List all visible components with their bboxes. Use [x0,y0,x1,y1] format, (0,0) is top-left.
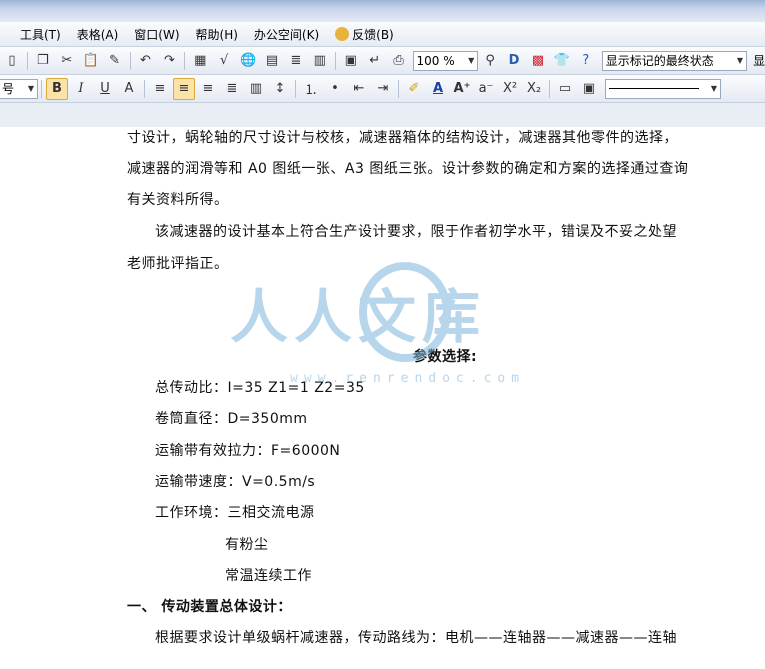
menu-bar: 工具(T) 表格(A) 窗口(W) 帮助(H) 办公空间(K) 反馈(B) [0,22,765,47]
ruler [0,103,765,128]
grow-font-icon[interactable]: A⁺ [451,78,473,100]
doc-line: 老师批评指正。 [127,256,229,272]
align-left-icon[interactable]: ≡ [149,78,171,100]
copy-icon[interactable]: ❐ [32,50,54,72]
doc-line: 根据要求设计单级蜗杆减速器，传动路线为：电机——连轴器——减速器——连轴 [155,630,677,646]
text-box-icon[interactable]: ▭ [554,78,576,100]
bulleted-list-icon[interactable]: • [324,78,346,100]
chevron-down-icon: ▼ [736,56,744,65]
toolbar-separator [334,51,336,70]
track-changes-dropdown[interactable]: 显示标记的最终状态 ▼ [601,50,748,71]
toolbar-separator [41,79,42,98]
show-marks-icon[interactable]: ↵ [364,50,386,72]
template-icon[interactable]: ▩ [527,50,549,72]
toolbar-separator [184,51,186,70]
shirt-icon[interactable]: 👕 [551,50,573,72]
align-center-icon[interactable]: ≡ [173,77,195,100]
highlight-icon[interactable]: ✐ [403,78,425,100]
word-icon[interactable]: D [503,50,525,72]
redo-icon[interactable]: ↷ [158,50,180,72]
formula-icon[interactable]: √ [213,50,235,72]
toolbar-separator [129,51,131,70]
standard-toolbar: ▯ ❐ ✂ 📋 ✎ ↶ ↷ ▦ √ 🌐 ▤ ≣ ▥ ▣ ↵ ⎙ 100 % ▼ … [0,47,765,75]
columns-icon[interactable]: ≣ [285,50,307,72]
frame-icon[interactable]: ▣ [578,78,600,100]
help-icon[interactable]: ? [575,50,597,72]
menu-tools[interactable]: 工具(T) [12,26,69,43]
menu-table[interactable]: 表格(A) [69,26,127,43]
toolbar-separator [549,79,550,98]
binoculars-icon[interactable]: ⚲ [479,50,501,72]
hyperlink-icon[interactable]: 🌐 [237,50,259,72]
chevron-down-icon: ▼ [468,56,475,65]
chevron-down-icon: ▼ [27,84,34,93]
insert-table-icon[interactable]: ▦ [189,50,211,72]
cut-icon[interactable]: ✂ [56,50,78,72]
document-map-icon[interactable]: ▣ [340,50,362,72]
undo-icon[interactable]: ↶ [135,50,157,72]
border-line-sample [609,88,699,89]
zoom-value: 100 % [416,53,455,68]
toolbar-separator [144,79,145,98]
chart-icon[interactable]: ▥ [309,50,331,72]
toolbar-separator [26,51,28,70]
param-line: 运输带速度：V=0.5m/s [155,474,316,490]
param-heading: 参数选择: [413,349,478,365]
paste-icon[interactable]: 📋 [80,50,102,72]
superscript-icon[interactable]: X² [499,78,521,100]
menu-window[interactable]: 窗口(W) [126,26,187,43]
param-line: 运输带有效拉力：F=6000N [155,443,341,459]
toolbar-separator [398,79,399,98]
table-grid-icon[interactable]: ▤ [261,50,283,72]
chevron-down-icon: ▼ [710,84,717,93]
menu-help[interactable]: 帮助(H) [188,26,246,43]
font-color-icon[interactable]: A [427,78,449,100]
section-title: 一、 传动装置总体设计： [127,599,292,615]
new-doc-icon[interactable]: ▯ [1,50,23,72]
border-style-dropdown[interactable]: ▼ [605,78,721,99]
menu-feedback-label: 反馈(B) [352,27,394,42]
justify-icon[interactable]: ≣ [221,78,243,100]
shrink-font-icon[interactable]: a⁻ [475,78,497,100]
italic-icon[interactable]: I [70,78,92,100]
subscript-icon[interactable]: X₂ [523,78,545,100]
format-painter-icon[interactable]: ✎ [104,50,126,72]
font-effect-icon[interactable]: A [118,78,140,100]
print-preview-icon[interactable]: ⎙ [388,50,410,72]
doc-line: 该减速器的设计基本上符合生产设计要求，限于作者初学水平，错误及不妥之处望 [155,224,677,240]
feedback-icon [335,27,350,41]
increase-indent-icon[interactable]: ⇥ [372,78,394,100]
decrease-indent-icon[interactable]: ⇤ [348,78,370,100]
toolbar-separator [295,79,296,98]
underline-icon[interactable]: U [94,78,116,100]
param-line: 工作环境：三相交流电源 [155,505,315,521]
track-changes-display-label[interactable]: 显 [753,52,765,69]
param-line: 卷筒直径：D=350mm [155,411,308,427]
param-line: 总传动比：I=35 Z1=1 Z2=35 [155,380,365,396]
distributed-icon[interactable]: ▥ [245,78,267,100]
track-changes-value: 显示标记的最终状态 [605,54,714,68]
doc-line: 有关资料所得。 [127,192,229,208]
env-line: 常温连续工作 [225,568,312,584]
menu-feedback[interactable]: 反馈(B) [327,26,402,43]
font-size-value: 号 [2,82,15,96]
document-page[interactable]: 寸设计，蜗轮轴的尺寸设计与校核，减速器箱体的结构设计，减速器其他零件的选择， 减… [0,127,765,669]
doc-line: 减速器的润滑等和 A0 图纸一张、A3 图纸三张。设计参数的确定和方案的选择通过… [127,161,689,177]
align-right-icon[interactable]: ≡ [197,78,219,100]
font-size-dropdown[interactable]: 号 ▼ [0,78,38,99]
numbered-list-icon[interactable]: ⒈ [300,78,322,100]
doc-line: 寸设计，蜗轮轴的尺寸设计与校核，减速器箱体的结构设计，减速器其他零件的选择， [127,130,678,146]
zoom-dropdown[interactable]: 100 % ▼ [412,50,479,71]
env-line: 有粉尘 [225,537,269,553]
window-title-bar [0,0,765,22]
bold-icon[interactable]: B [46,77,68,100]
menu-office-space[interactable]: 办公空间(K) [246,26,327,43]
formatting-toolbar: 号 ▼ B I U A ≡ ≡ ≡ ≣ ▥ ↕ ⒈ • ⇤ ⇥ ✐ A A⁺ a… [0,75,765,103]
line-spacing-icon[interactable]: ↕ [269,78,291,100]
